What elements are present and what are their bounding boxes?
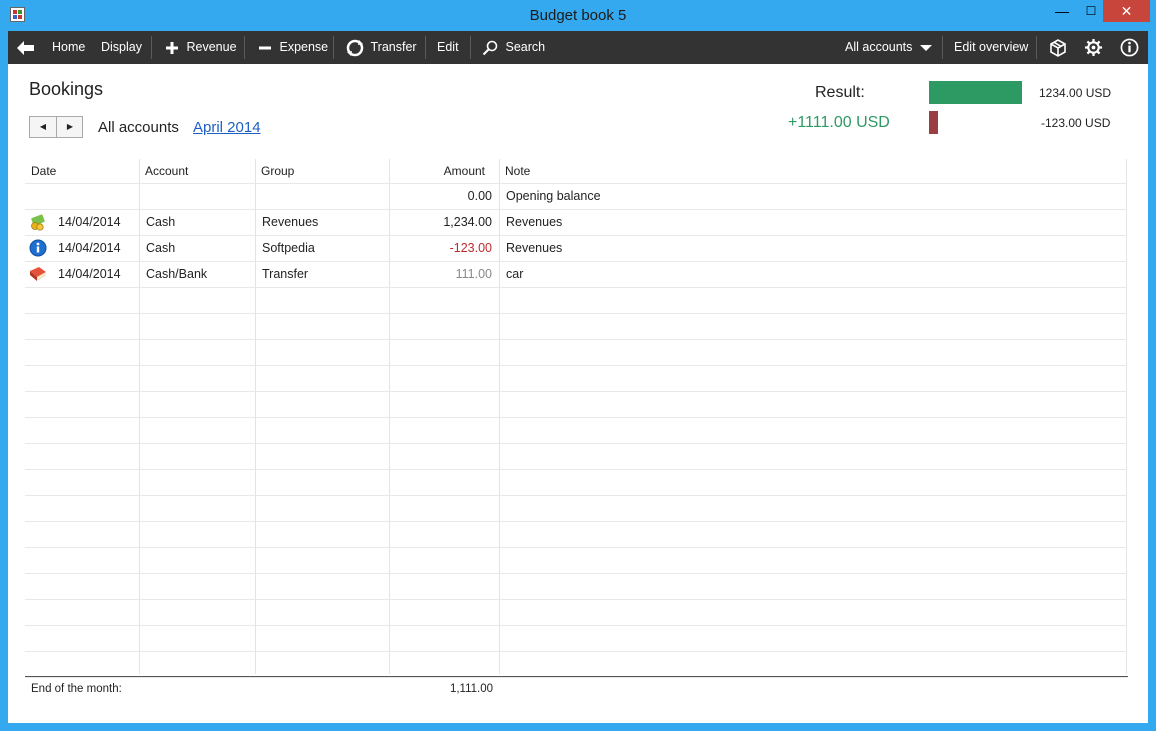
column-header-amount[interactable]: Amount [389, 159, 485, 183]
row-divider [25, 365, 1127, 366]
search-icon [482, 40, 498, 55]
info-icon [29, 239, 47, 257]
row-divider [25, 339, 1127, 340]
row-divider [25, 625, 1127, 626]
bookings-table: Date Account Group Amount Note 0.00 Openi… [25, 159, 1127, 678]
minimize-button[interactable]: — [1046, 0, 1078, 22]
revenue-amount: 1234.00 USD [1039, 86, 1112, 100]
cell-amount[interactable]: 0.00 [389, 183, 492, 209]
revenue-button[interactable]: Revenue [166, 31, 237, 64]
end-of-month-label: End of the month: [31, 683, 122, 695]
footer-divider [25, 676, 1128, 677]
title-bar: Budget book 5 — ☐ ✕ [0, 0, 1156, 31]
row-divider [25, 469, 1127, 470]
app-window: Budget book 5 — ☐ ✕ Home Display Revenue… [0, 0, 1156, 731]
row-divider [25, 209, 1127, 210]
result-label: Result: [815, 84, 865, 101]
revenue-bar [929, 81, 1022, 104]
revenue-money-icon [29, 213, 47, 231]
display-button[interactable]: Display [101, 31, 142, 64]
row-divider [25, 547, 1127, 548]
next-month-button[interactable]: ▶ [57, 117, 83, 137]
back-button[interactable] [16, 31, 36, 64]
column-header-date[interactable]: Date [31, 159, 56, 183]
cell-note[interactable]: Revenues [506, 209, 562, 235]
info-circle-icon [1120, 38, 1139, 57]
info-button[interactable] [1120, 31, 1139, 64]
transfer-label: Transfer [370, 40, 417, 54]
search-button[interactable]: Search [482, 31, 545, 64]
column-header-group[interactable]: Group [261, 159, 294, 183]
column-header-account[interactable]: Account [145, 159, 188, 183]
chevron-down-icon [919, 44, 932, 51]
cell-date[interactable]: 14/04/2014 [58, 235, 121, 261]
row-divider [25, 651, 1127, 652]
plus-icon [166, 41, 178, 54]
cell-amount[interactable]: 1,234.00 [389, 209, 492, 235]
settings-button[interactable] [1084, 31, 1103, 64]
edit-overview-button[interactable]: Edit overview [954, 31, 1028, 64]
expense-label: Expense [279, 40, 329, 54]
row-divider [25, 313, 1127, 314]
row-divider [25, 677, 1127, 678]
cell-group[interactable]: Softpedia [262, 235, 315, 261]
cell-account[interactable]: Cash/Bank [146, 261, 207, 287]
cell-amount[interactable]: -123.00 [389, 235, 492, 261]
expense-button[interactable]: Expense [259, 31, 328, 64]
cell-note[interactable]: car [506, 261, 523, 287]
home-button[interactable]: Home [52, 31, 85, 64]
cell-note[interactable]: Opening balance [506, 183, 601, 209]
result-value: +1111.00 USD [788, 114, 890, 131]
column-header-note[interactable]: Note [505, 159, 530, 183]
row-divider [25, 495, 1127, 496]
month-link[interactable]: April 2014 [193, 119, 261, 136]
cell-date[interactable]: 14/04/2014 [58, 261, 121, 287]
edit-button[interactable]: Edit [437, 31, 459, 64]
row-divider [25, 573, 1127, 574]
row-divider [25, 521, 1127, 522]
all-accounts-dropdown[interactable]: All accounts [845, 31, 932, 64]
window-title: Budget book 5 [529, 7, 627, 24]
search-label: Search [505, 40, 546, 54]
cell-account[interactable]: Cash [146, 209, 175, 235]
all-accounts-label: All accounts [845, 40, 913, 54]
cell-amount[interactable]: 111.00 [389, 261, 492, 287]
row-divider [25, 599, 1127, 600]
cell-group[interactable]: Revenues [262, 209, 318, 235]
cell-account[interactable]: Cash [146, 235, 175, 261]
month-nav: ◀ ▶ [29, 116, 83, 138]
row-divider [25, 417, 1127, 418]
row-divider [25, 391, 1127, 392]
package-icon [1050, 38, 1066, 57]
account-filter-label: All accounts [98, 119, 179, 136]
page-title: Bookings [29, 79, 104, 99]
cell-note[interactable]: Revenues [506, 235, 562, 261]
gear-icon [1084, 39, 1103, 57]
end-of-month-value: 1,111.00 [449, 683, 493, 695]
expense-amount: -123.00 USD [1041, 116, 1111, 130]
minus-icon [259, 46, 271, 50]
book-transfer-icon [29, 265, 47, 283]
close-button[interactable]: ✕ [1103, 0, 1150, 22]
cell-group[interactable]: Transfer [262, 261, 308, 287]
toolbar: Home Display Revenue Expense Transfer Ed… [8, 31, 1148, 64]
row-divider [25, 235, 1127, 236]
back-arrow-icon [17, 40, 34, 55]
main-content: Bookings ◀ ▶ All accounts April 2014 Res… [8, 64, 1148, 723]
expense-bar [929, 111, 938, 134]
row-divider [25, 443, 1127, 444]
transfer-button[interactable]: Transfer [346, 31, 417, 64]
previous-month-button[interactable]: ◀ [30, 117, 57, 137]
row-divider [25, 287, 1127, 288]
cell-date[interactable]: 14/04/2014 [58, 209, 121, 235]
package-button[interactable] [1049, 31, 1067, 64]
revenue-label: Revenue [186, 40, 237, 54]
transfer-icon [346, 39, 364, 56]
